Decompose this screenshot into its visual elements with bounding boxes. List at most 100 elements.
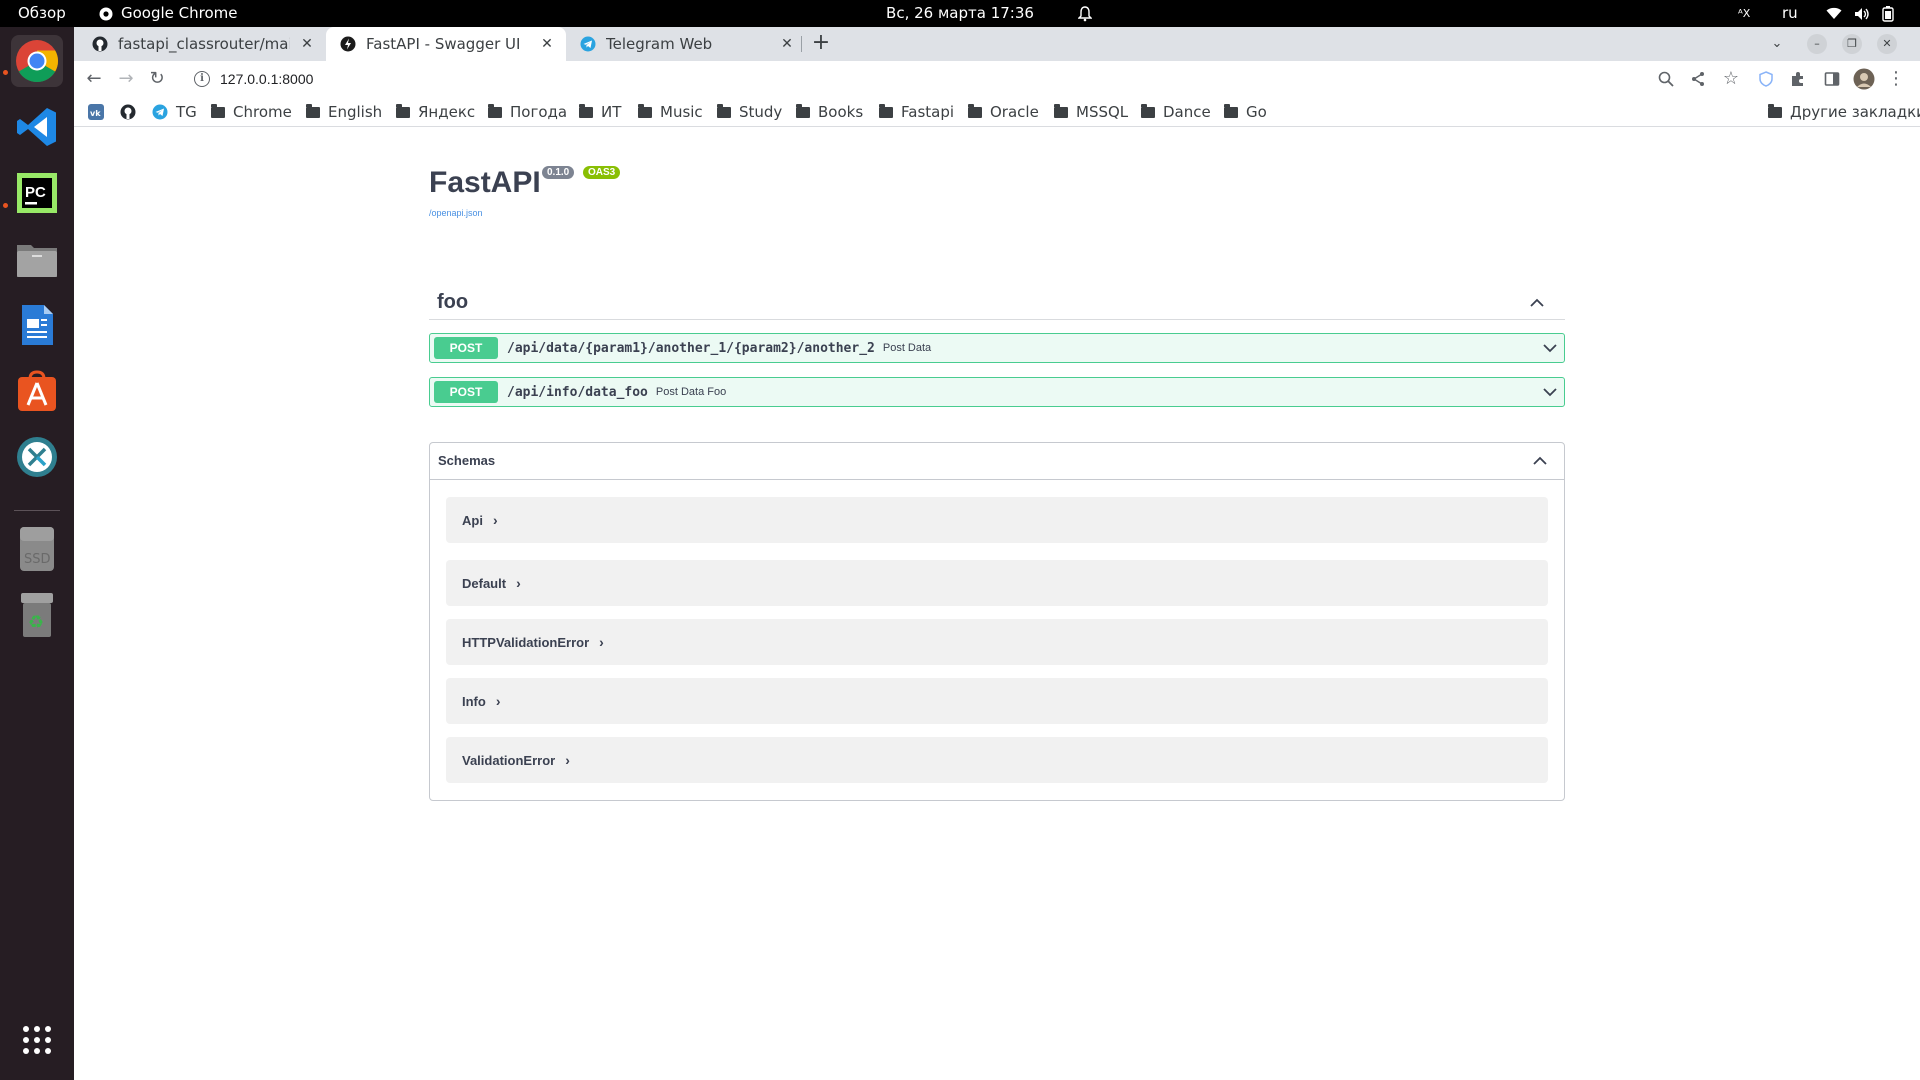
schema-model-name: Default <box>462 575 507 591</box>
close-tab-icon[interactable]: ✕ <box>778 35 796 53</box>
schemas-header[interactable]: Schemas <box>430 443 1564 480</box>
extensions-puzzle-icon[interactable] <box>1786 67 1810 91</box>
chevron-down-icon[interactable] <box>1540 338 1560 358</box>
bookmark-folder-yandex[interactable]: Яндекс <box>396 101 475 123</box>
tab-telegram[interactable]: Telegram Web ✕ <box>566 27 806 61</box>
folder-icon <box>1768 104 1782 118</box>
schema-model-name: ValidationError <box>462 752 556 768</box>
bookmark-folder-fastapi[interactable]: Fastapi <box>879 101 954 123</box>
bookmark-vk[interactable]: vk <box>88 101 104 123</box>
notification-bell-icon[interactable] <box>1077 0 1093 27</box>
tab-swagger[interactable]: FastAPI - Swagger UI ✕ <box>326 27 566 61</box>
bookmark-label: Books <box>818 103 864 121</box>
operation-post-data[interactable]: POST /api/data/{param1}/another_1/{param… <box>429 333 1565 363</box>
schema-model[interactable]: HTTPValidationError › <box>446 619 1548 665</box>
activities-button[interactable]: Обзор <box>18 0 66 27</box>
operation-post-data-foo[interactable]: POST /api/info/data_foo Post Data Foo <box>429 377 1565 407</box>
maximize-button[interactable]: ❐ <box>1842 34 1862 54</box>
running-indicator <box>3 203 8 208</box>
app-store-icon <box>18 370 56 411</box>
minimize-button[interactable]: – <box>1807 34 1827 54</box>
app-grid-icon <box>23 1026 51 1054</box>
dock-trash[interactable]: ♻ <box>11 589 63 641</box>
new-tab-button[interactable]: + <box>810 32 832 55</box>
schema-model[interactable]: ValidationError › <box>446 737 1548 783</box>
bookmark-folder-english[interactable]: English <box>306 101 382 123</box>
volume-icon <box>1855 7 1869 20</box>
bookmark-label: ИТ <box>601 103 622 121</box>
bookmark-folder-weather[interactable]: Погода <box>488 101 567 123</box>
operation-path: /api/data/{param1}/another_1/{param2}/an… <box>507 340 875 356</box>
zoom-icon[interactable] <box>1654 67 1678 91</box>
tag-section-header[interactable]: foo <box>429 286 1565 320</box>
bookmark-folder-it[interactable]: ИТ <box>579 101 621 123</box>
clock[interactable]: Вс, 26 марта 17:36 <box>0 0 1920 27</box>
dock-ssd-drive[interactable]: SSD <box>11 523 63 575</box>
close-tab-icon[interactable]: ✕ <box>538 35 556 53</box>
dock-separator <box>14 510 60 511</box>
tab-github[interactable]: fastapi_classrouter/main ✕ <box>88 27 326 61</box>
system-tray[interactable] <box>1826 0 1894 27</box>
chevron-up-icon[interactable] <box>1530 451 1550 471</box>
bookmark-folder-go[interactable]: Go <box>1224 101 1267 123</box>
dock-chrome[interactable] <box>11 35 63 87</box>
bookmark-folder-other[interactable]: Другие закладки <box>1768 101 1920 123</box>
site-info-icon[interactable]: i <box>194 71 210 87</box>
accessibility-indicator[interactable]: ᴬX <box>1738 0 1750 27</box>
app-menu[interactable]: Google Chrome <box>99 0 238 27</box>
bookmark-star-icon[interactable]: ☆ <box>1719 67 1743 91</box>
reload-button[interactable]: ↻ <box>143 65 171 93</box>
dock-files[interactable] <box>11 233 63 285</box>
bookmark-tg[interactable]: TG <box>152 101 197 123</box>
bookmark-label: Другие закладки <box>1790 103 1920 121</box>
show-apps-button[interactable] <box>11 1014 63 1066</box>
schema-model[interactable]: Api › <box>446 497 1548 543</box>
bookmark-folder-music[interactable]: Music <box>638 101 703 123</box>
back-button[interactable]: ← <box>80 65 108 93</box>
openapi-json-link[interactable]: /openapi.json <box>429 208 483 218</box>
folder-icon <box>488 104 502 118</box>
dock-pycharm[interactable]: PC <box>11 167 63 219</box>
chevron-down-icon[interactable] <box>1540 382 1560 402</box>
bookmark-label: Go <box>1246 103 1267 121</box>
chevron-right-icon: › <box>495 693 501 709</box>
bookmark-folder-dance[interactable]: Dance <box>1141 101 1211 123</box>
dock-remote-app[interactable] <box>11 431 63 483</box>
side-panel-icon[interactable] <box>1820 67 1844 91</box>
tab-search-icon[interactable]: ⌄ <box>1766 33 1788 55</box>
close-tab-icon[interactable]: ✕ <box>298 35 316 53</box>
forward-button[interactable]: → <box>112 65 140 93</box>
shield-extension-icon[interactable] <box>1754 67 1778 91</box>
dock-writer[interactable] <box>11 299 63 351</box>
schema-model[interactable]: Info › <box>446 678 1548 724</box>
profile-avatar[interactable] <box>1852 67 1876 91</box>
share-icon[interactable] <box>1686 67 1710 91</box>
telegram-icon <box>580 36 596 52</box>
chevron-up-icon[interactable] <box>1527 293 1547 313</box>
bookmark-folder-mssql[interactable]: MSSQL <box>1054 101 1128 123</box>
folder-icon <box>879 104 893 118</box>
bookmark-label: Study <box>739 103 783 121</box>
dock-software-center[interactable] <box>11 365 63 417</box>
bookmark-folder-oracle[interactable]: Oracle <box>968 101 1039 123</box>
bookmark-github[interactable] <box>120 101 136 123</box>
folder-icon <box>1054 104 1068 118</box>
tag-name: foo <box>437 291 469 313</box>
bookmark-folder-books[interactable]: Books <box>796 101 863 123</box>
method-badge: POST <box>434 337 498 359</box>
app-menu-label: Google Chrome <box>121 4 238 22</box>
pycharm-icon: PC <box>17 173 57 213</box>
svg-text:♻: ♻ <box>28 612 44 633</box>
schema-model-name: Info <box>462 693 486 709</box>
version-badge: 0.1.0 <box>542 166 575 179</box>
address-bar[interactable]: i 127.0.0.1:8000 <box>186 64 1736 94</box>
bookmark-folder-study[interactable]: Study <box>717 101 782 123</box>
menu-kebab-icon[interactable]: ⋮ <box>1884 67 1908 91</box>
keyboard-layout-indicator[interactable]: ru <box>1782 0 1798 27</box>
running-indicator <box>3 70 8 75</box>
close-window-button[interactable]: ✕ <box>1877 34 1897 54</box>
schema-model[interactable]: Default › <box>446 560 1548 606</box>
chevron-right-icon: › <box>565 752 570 768</box>
dock-vscode[interactable] <box>11 101 63 153</box>
bookmark-folder-chrome[interactable]: Chrome <box>211 101 292 123</box>
